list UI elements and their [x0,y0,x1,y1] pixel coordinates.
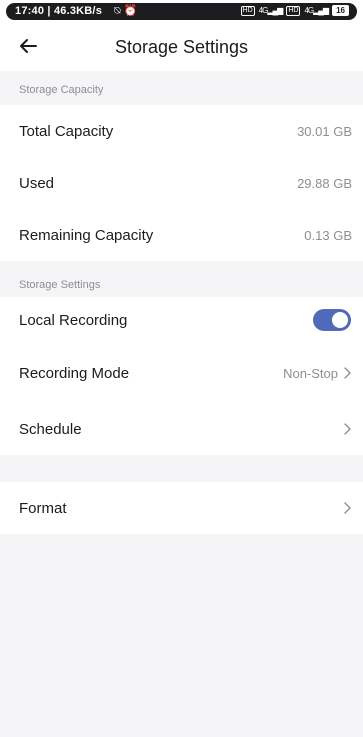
page-title: Storage Settings [114,37,249,57]
local-recording-row: Local Recording [0,297,363,343]
section-label-storage-capacity: Storage Capacity [0,75,363,105]
used-row: Used 29.88 GB [0,157,363,209]
toggle-knob [332,312,348,328]
remaining-capacity-value: 0.13 GB [304,227,352,243]
recording-mode-label: Recording Mode [19,364,130,382]
total-capacity-row: Total Capacity 30.01 GB [0,105,363,157]
recording-mode-value: Non-Stop [283,365,338,381]
chevron-right-icon [344,367,351,379]
format-label: Format [19,499,67,517]
app-header: Storage Settings [0,23,363,71]
remaining-capacity-row: Remaining Capacity 0.13 GB [0,209,363,261]
recording-mode-value-group: Non-Stop [283,366,352,381]
status-time: 17:40 | 46.3KB/s [15,5,103,17]
status-bar-pill: 17:40 | 46.3KB/s ⍉ ⏰ HD 4G▂▄▆ HD 4G▂▄▆ 1… [6,3,357,20]
chevron-right-icon [344,423,351,435]
status-right-icons: HD 4G▂▄▆ HD 4G▂▄▆ 16 [240,5,349,16]
schedule-label: Schedule [19,420,82,438]
battery-icon: 16 [332,5,349,16]
network-speed: 46.3KB/s [53,5,103,17]
local-recording-label: Local Recording [19,311,128,329]
remaining-capacity-label: Remaining Capacity [19,226,154,244]
capacity-card: Total Capacity 30.01 GB Used 29.88 GB Re… [0,105,363,261]
signal-icon: 4G▂▄▆ [258,6,284,15]
used-value: 29.88 GB [297,175,352,191]
signal-icon: 4G▂▄▆ [304,6,329,15]
status-bar: 17:40 | 46.3KB/s ⍉ ⏰ HD 4G▂▄▆ HD 4G▂▄▆ 1… [0,0,363,23]
alarm-icons: ⍉ ⏰ [114,5,138,17]
used-label: Used [19,174,55,192]
total-capacity-value: 30.01 GB [297,123,352,139]
total-capacity-label: Total Capacity [19,122,114,140]
hd-icon: HD [240,5,255,16]
local-recording-toggle[interactable] [313,309,351,331]
schedule-row[interactable]: Schedule [0,403,363,455]
chevron-right-icon [344,502,351,514]
format-row[interactable]: Format [0,482,363,534]
section-label-storage-settings: Storage Settings [0,270,363,300]
format-card: Format [0,482,363,534]
hd-icon: HD [286,5,301,16]
recording-mode-row[interactable]: Recording Mode Non-Stop [0,343,363,403]
settings-card: Local Recording Recording Mode Non-Stop … [0,297,363,455]
